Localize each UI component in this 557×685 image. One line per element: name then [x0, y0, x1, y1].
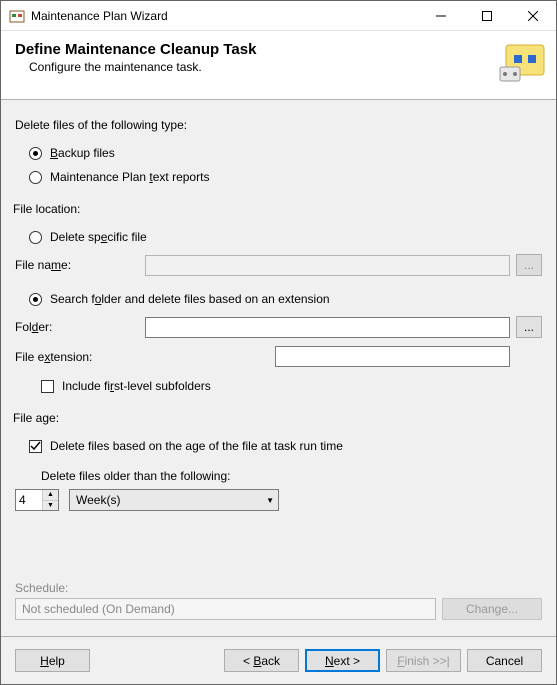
- filename-label: File name:: [15, 258, 145, 272]
- chevron-down-icon: ▼: [266, 496, 274, 505]
- cancel-button[interactable]: Cancel: [467, 649, 542, 672]
- checkbox-label: Delete files based on the age of the fil…: [50, 439, 343, 453]
- radio-label: Delete specific file: [50, 230, 147, 244]
- help-button[interactable]: Help: [15, 649, 90, 672]
- delete-type-label: Delete files of the following type:: [15, 118, 542, 132]
- filename-row: File name: ...: [15, 254, 542, 276]
- age-unit-combo[interactable]: Week(s) ▼: [69, 489, 279, 511]
- age-number-input[interactable]: [16, 490, 42, 510]
- folder-row: Folder: ...: [15, 316, 542, 338]
- age-number-spinner[interactable]: ▲ ▼: [15, 489, 59, 511]
- radio-icon: [29, 171, 42, 184]
- extension-label: File extension:: [15, 350, 275, 364]
- close-button[interactable]: [510, 1, 556, 30]
- window-controls: [418, 1, 556, 30]
- radio-icon: [29, 231, 42, 244]
- radio-search-folder[interactable]: Search folder and delete files based on …: [29, 292, 542, 306]
- delete-by-age-checkbox[interactable]: Delete files based on the age of the fil…: [29, 439, 542, 453]
- radio-text-reports[interactable]: Maintenance Plan text reports: [29, 170, 542, 184]
- extension-input[interactable]: [275, 346, 510, 367]
- wizard-logo-icon: [498, 39, 546, 87]
- finish-button: Finish >>|: [386, 649, 461, 672]
- file-age-label: File age:: [13, 411, 542, 425]
- extension-row: File extension:: [15, 346, 542, 367]
- spinner-up[interactable]: ▲: [43, 490, 58, 501]
- age-controls: ▲ ▼ Week(s) ▼: [15, 489, 542, 511]
- app-icon: [9, 8, 25, 24]
- page-subtitle: Configure the maintenance task.: [29, 60, 498, 74]
- back-button[interactable]: < Back: [224, 649, 299, 672]
- checkbox-icon: [41, 380, 54, 393]
- combo-value: Week(s): [76, 493, 266, 507]
- wizard-footer: Help < Back Next > Finish >>| Cancel: [1, 636, 556, 684]
- radio-label: Search folder and delete files based on …: [50, 292, 330, 306]
- radio-label: Backup files: [50, 146, 115, 160]
- browse-file-button: ...: [516, 254, 542, 276]
- minimize-button[interactable]: [418, 1, 464, 30]
- page-title: Define Maintenance Cleanup Task: [15, 41, 498, 58]
- change-schedule-button: Change...: [442, 598, 542, 620]
- radio-icon: [29, 147, 42, 160]
- folder-input[interactable]: [145, 317, 510, 338]
- older-than-label: Delete files older than the following:: [41, 469, 542, 483]
- checkbox-label: Include first-level subfolders: [62, 379, 211, 393]
- next-button[interactable]: Next >: [305, 649, 380, 672]
- folder-label: Folder:: [15, 320, 145, 334]
- schedule-section: Schedule: Change...: [15, 581, 542, 636]
- maximize-button[interactable]: [464, 1, 510, 30]
- filename-input: [145, 255, 510, 276]
- window-title: Maintenance Plan Wizard: [31, 9, 418, 23]
- file-location-label: File location:: [13, 202, 542, 216]
- content-area: Delete files of the following type: Back…: [1, 100, 556, 636]
- radio-icon: [29, 293, 42, 306]
- title-bar: Maintenance Plan Wizard: [1, 1, 556, 31]
- spinner-down[interactable]: ▼: [43, 501, 58, 511]
- radio-delete-specific[interactable]: Delete specific file: [29, 230, 542, 244]
- schedule-input: [15, 598, 436, 620]
- schedule-label: Schedule:: [15, 581, 542, 595]
- radio-backup-files[interactable]: Backup files: [29, 146, 542, 160]
- checkbox-icon: [29, 440, 42, 453]
- include-subfolders-checkbox[interactable]: Include first-level subfolders: [41, 379, 542, 393]
- browse-folder-button[interactable]: ...: [516, 316, 542, 338]
- wizard-header: Define Maintenance Cleanup Task Configur…: [1, 31, 556, 100]
- radio-label: Maintenance Plan text reports: [50, 170, 209, 184]
